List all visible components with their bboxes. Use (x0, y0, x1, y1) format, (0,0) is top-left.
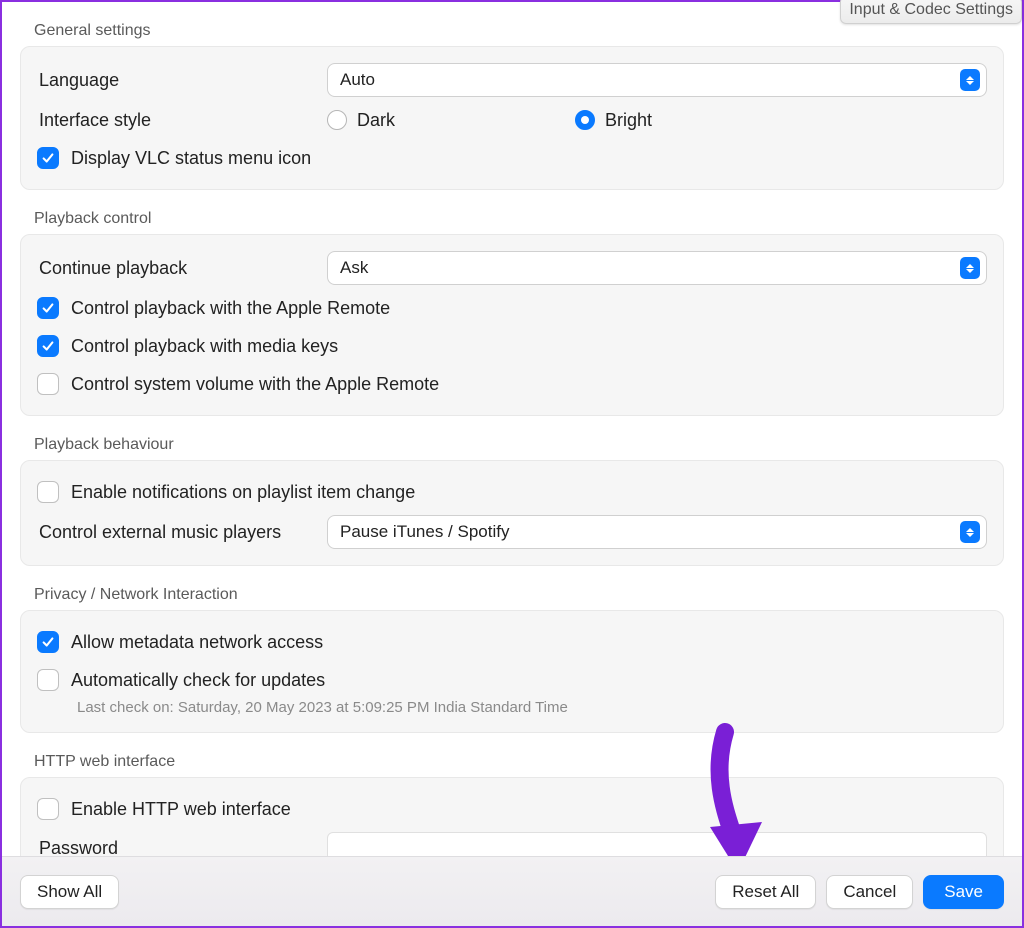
updates-checkbox-row[interactable]: Automatically check for updates (37, 661, 987, 699)
updown-icon (960, 521, 980, 543)
password-label: Password (37, 838, 327, 857)
checkbox-label: Control system volume with the Apple Rem… (71, 374, 439, 395)
radio-icon (327, 110, 347, 130)
language-select[interactable]: Auto (327, 63, 987, 97)
external-players-label: Control external music players (37, 522, 327, 543)
checkbox-icon (37, 297, 59, 319)
group-http: HTTP web interface Enable HTTP web inter… (20, 743, 1004, 856)
status-menu-checkbox-row[interactable]: Display VLC status menu icon (37, 139, 987, 177)
settings-scroll-area: General settings Language Auto Interface… (2, 2, 1022, 856)
radio-icon (575, 110, 595, 130)
radio-label: Bright (605, 110, 652, 131)
interface-style-bright-radio[interactable]: Bright (575, 110, 652, 131)
continue-playback-label: Continue playback (37, 258, 327, 279)
continue-playback-value: Ask (340, 258, 368, 278)
checkbox-icon (37, 798, 59, 820)
checkbox-label: Enable HTTP web interface (71, 799, 291, 820)
group-box-privacy: Allow metadata network access Automatica… (20, 610, 1004, 733)
checkbox-icon (37, 631, 59, 653)
save-button[interactable]: Save (923, 875, 1004, 909)
interface-style-label: Interface style (37, 110, 327, 131)
group-title-playback-control: Playback control (20, 200, 1004, 234)
checkbox-icon (37, 669, 59, 691)
checkbox-icon (37, 481, 59, 503)
checkbox-label: Control playback with media keys (71, 336, 338, 357)
media-keys-checkbox-row[interactable]: Control playback with media keys (37, 327, 987, 365)
external-players-select[interactable]: Pause iTunes / Spotify (327, 515, 987, 549)
group-title-http: HTTP web interface (20, 743, 1004, 777)
checkbox-label: Control playback with the Apple Remote (71, 298, 390, 319)
checkbox-label: Automatically check for updates (71, 670, 325, 691)
external-players-value: Pause iTunes / Spotify (340, 522, 509, 542)
http-enable-checkbox-row[interactable]: Enable HTTP web interface (37, 790, 987, 828)
checkbox-icon (37, 373, 59, 395)
cancel-button[interactable]: Cancel (826, 875, 913, 909)
radio-label: Dark (357, 110, 395, 131)
checkbox-icon (37, 335, 59, 357)
group-title-playback-behaviour: Playback behaviour (20, 426, 1004, 460)
group-box-playback-control: Continue playback Ask Control playback w… (20, 234, 1004, 416)
footer-bar: Show All Reset All Cancel Save (2, 856, 1022, 926)
language-label: Language (37, 70, 327, 91)
show-all-button[interactable]: Show All (20, 875, 119, 909)
group-box-general: Language Auto Interface style Dark (20, 46, 1004, 190)
group-title-privacy: Privacy / Network Interaction (20, 576, 1004, 610)
language-select-value: Auto (340, 70, 375, 90)
interface-style-radiogroup: Dark Bright (327, 110, 652, 131)
group-title-general: General settings (20, 12, 1004, 46)
system-volume-checkbox-row[interactable]: Control system volume with the Apple Rem… (37, 365, 987, 403)
interface-style-dark-radio[interactable]: Dark (327, 110, 395, 131)
updown-icon (960, 257, 980, 279)
group-general: General settings Language Auto Interface… (20, 12, 1004, 190)
group-box-playback-behaviour: Enable notifications on playlist item ch… (20, 460, 1004, 566)
checkbox-icon (37, 147, 59, 169)
metadata-checkbox-row[interactable]: Allow metadata network access (37, 623, 987, 661)
continue-playback-select[interactable]: Ask (327, 251, 987, 285)
group-box-http: Enable HTTP web interface Password (20, 777, 1004, 856)
last-check-text: Last check on: Saturday, 20 May 2023 at … (37, 699, 987, 720)
password-input[interactable] (327, 832, 987, 856)
apple-remote-checkbox-row[interactable]: Control playback with the Apple Remote (37, 289, 987, 327)
reset-all-button[interactable]: Reset All (715, 875, 816, 909)
group-privacy: Privacy / Network Interaction Allow meta… (20, 576, 1004, 733)
checkbox-label: Display VLC status menu icon (71, 148, 311, 169)
checkbox-label: Enable notifications on playlist item ch… (71, 482, 415, 503)
checkbox-label: Allow metadata network access (71, 632, 323, 653)
group-playback-control: Playback control Continue playback Ask C… (20, 200, 1004, 416)
group-playback-behaviour: Playback behaviour Enable notifications … (20, 426, 1004, 566)
notifications-checkbox-row[interactable]: Enable notifications on playlist item ch… (37, 473, 987, 511)
updown-icon (960, 69, 980, 91)
